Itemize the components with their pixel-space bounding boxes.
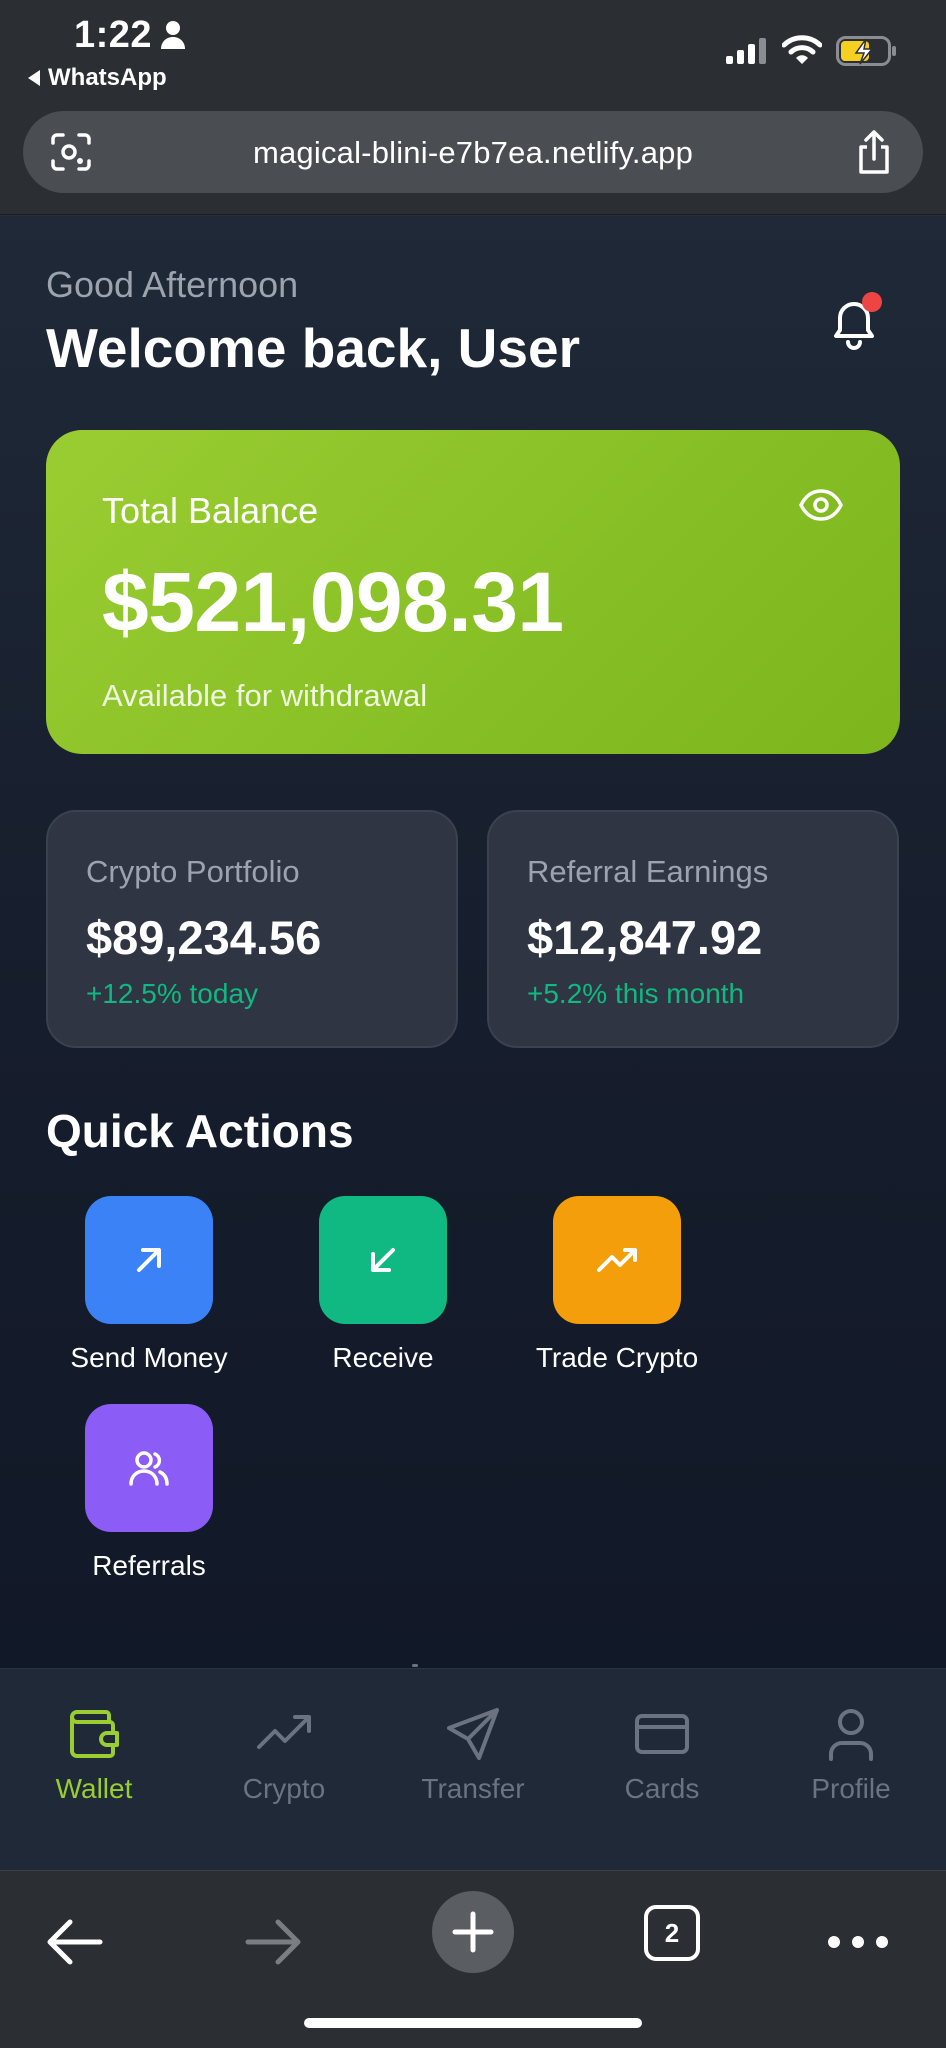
back-to-app-link[interactable]: WhatsApp — [28, 64, 167, 92]
credit-card-icon — [635, 1714, 689, 1754]
battery-charging-icon — [836, 36, 896, 66]
plus-icon — [452, 1911, 494, 1953]
quick-actions-title: Quick Actions — [46, 1105, 354, 1157]
stat-label: Referral Earnings — [527, 854, 769, 889]
stat-value: $89,234.56 — [86, 911, 322, 964]
back-app-label: WhatsApp — [48, 64, 167, 91]
referral-earnings-card[interactable]: Referral Earnings $12,847.92 +5.2% this … — [487, 810, 899, 1048]
nav-crypto[interactable]: Crypto — [204, 1705, 364, 1805]
scroll-indicator — [412, 1664, 418, 1667]
person-icon — [161, 21, 185, 49]
stat-change: +5.2% this month — [527, 978, 745, 1009]
balance-subtitle: Available for withdrawal — [102, 678, 428, 713]
balance-amount: $521,098.31 — [102, 555, 564, 649]
address-bar[interactable]: magical-blini-e7b7ea.netlify.app — [23, 111, 923, 193]
nav-label: Profile — [811, 1773, 891, 1804]
signal-icon — [726, 38, 766, 64]
nav-wallet[interactable]: Wallet — [14, 1705, 174, 1805]
action-label: Receive — [332, 1342, 434, 1373]
trade-crypto-button[interactable] — [553, 1196, 681, 1324]
more-menu-button[interactable] — [826, 1909, 890, 1975]
nav-cards[interactable]: Cards — [582, 1705, 742, 1805]
new-tab-button[interactable] — [432, 1891, 514, 1973]
send-money-button[interactable] — [85, 1196, 213, 1324]
stat-value: $12,847.92 — [527, 911, 763, 964]
stat-label: Crypto Portfolio — [86, 854, 300, 889]
send-money-action[interactable]: Send Money — [49, 1196, 249, 1374]
nav-label: Wallet — [55, 1773, 133, 1804]
address-url[interactable]: magical-blini-e7b7ea.netlify.app — [23, 135, 923, 171]
trending-up-icon — [257, 1715, 311, 1749]
arrow-left-icon — [47, 1919, 103, 1965]
arrow-up-right-icon — [137, 1248, 161, 1272]
nav-profile[interactable]: Profile — [771, 1705, 931, 1805]
arrow-right-icon — [245, 1919, 301, 1965]
tab-count-button[interactable]: 2 — [644, 1905, 700, 1961]
trade-crypto-action[interactable]: Trade Crypto — [517, 1196, 717, 1374]
status-time: 1:22 — [74, 14, 153, 56]
wallet-app-screen: Good Afternoon Welcome back, User Total … — [0, 216, 946, 1668]
home-indicator[interactable] — [304, 2018, 642, 2028]
browser-forward-button[interactable] — [238, 1909, 308, 1975]
more-dots-icon — [828, 1936, 888, 1948]
users-icon — [129, 1451, 169, 1486]
action-label: Referrals — [92, 1550, 206, 1581]
receive-action[interactable]: Receive — [283, 1196, 483, 1374]
browser-address-area: magical-blini-e7b7ea.netlify.app — [0, 100, 946, 215]
welcome-title: Welcome back, User — [46, 317, 580, 379]
nav-label: Transfer — [421, 1773, 525, 1804]
share-icon[interactable] — [855, 129, 893, 175]
user-icon — [829, 1709, 873, 1761]
bottom-navigation: Wallet Crypto Transfer Cards Profile — [0, 1668, 946, 1870]
notifications-button[interactable] — [826, 292, 882, 352]
stat-change: +12.5% today — [86, 978, 259, 1009]
referrals-button[interactable] — [85, 1404, 213, 1532]
total-balance-card: Total Balance $521,098.31 Available for … — [46, 430, 900, 754]
action-label: Send Money — [70, 1342, 228, 1373]
nav-label: Crypto — [242, 1773, 326, 1804]
arrow-down-left-icon — [371, 1248, 395, 1272]
back-triangle-icon — [28, 70, 40, 86]
trending-up-icon — [597, 1248, 637, 1272]
browser-back-button[interactable] — [40, 1909, 110, 1975]
notification-dot — [862, 292, 882, 312]
status-bar: 1:22 WhatsApp — [0, 0, 946, 100]
wifi-icon — [782, 35, 822, 64]
nav-label: Cards — [624, 1773, 700, 1804]
eye-icon[interactable] — [798, 488, 844, 522]
send-icon — [447, 1708, 499, 1760]
referrals-action[interactable]: Referrals — [49, 1404, 249, 1582]
greeting-text: Good Afternoon — [46, 264, 299, 305]
wallet-icon — [70, 1710, 119, 1758]
crypto-portfolio-card[interactable]: Crypto Portfolio $89,234.56 +12.5% today — [46, 810, 458, 1048]
nav-transfer[interactable]: Transfer — [393, 1705, 553, 1805]
action-label: Trade Crypto — [535, 1342, 699, 1373]
balance-label: Total Balance — [102, 490, 319, 531]
receive-button[interactable] — [319, 1196, 447, 1324]
